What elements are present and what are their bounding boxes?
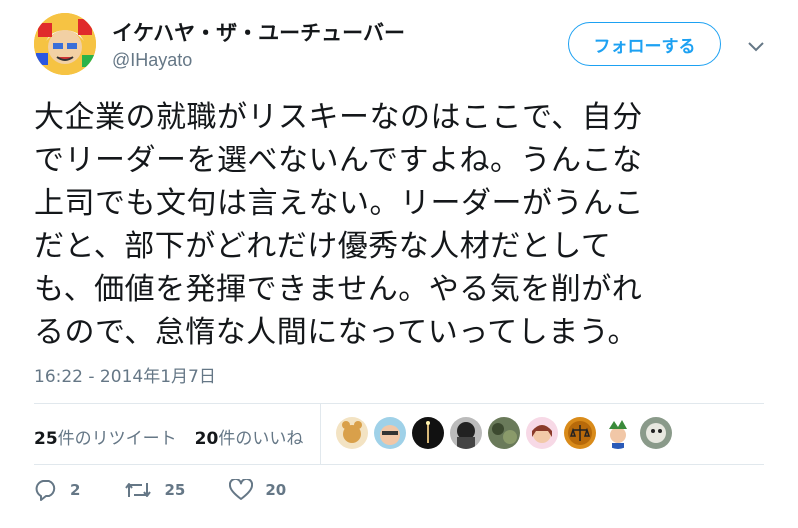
liker-avatar[interactable] — [412, 417, 444, 449]
liker-avatar[interactable] — [450, 417, 482, 449]
author-display-name[interactable]: イケハヤ・ザ・ユーチューバー — [112, 17, 405, 47]
liker-avatars — [336, 417, 672, 449]
liker-avatar[interactable] — [336, 417, 368, 449]
retweets-stat[interactable]: 25件のリツイート — [34, 424, 177, 449]
reply-icon — [35, 480, 56, 501]
engagement-stats: 25件のリツイート 20件のいいね — [34, 424, 303, 449]
follow-button[interactable]: フォローする — [568, 22, 721, 66]
retweet-button[interactable]: 25 — [124, 479, 185, 501]
divider-bottom — [34, 464, 764, 465]
likes-stat-label: 件のいいね — [218, 429, 304, 449]
stats-separator — [320, 404, 321, 464]
retweet-count: 25 — [164, 481, 186, 499]
retweets-stat-count: 25 — [34, 429, 58, 449]
like-button[interactable]: 20 — [229, 479, 286, 501]
tweet-actions: 2 25 20 — [34, 479, 330, 501]
liker-avatar[interactable] — [564, 417, 596, 449]
likes-stat[interactable]: 20件のいいね — [195, 424, 304, 449]
liker-avatar[interactable] — [602, 417, 634, 449]
liker-avatar[interactable] — [488, 417, 520, 449]
liker-avatar[interactable] — [526, 417, 558, 449]
author-avatar[interactable] — [34, 13, 96, 75]
retweet-icon — [125, 483, 152, 497]
divider-top — [34, 403, 764, 404]
like-count: 20 — [265, 481, 287, 499]
retweets-stat-label: 件のリツイート — [57, 429, 177, 449]
chevron-down-icon[interactable] — [748, 38, 764, 52]
author-handle[interactable]: @IHayato — [112, 50, 192, 71]
liker-avatar[interactable] — [640, 417, 672, 449]
tweet-text: 大企業の就職がリスキーなのはここで、自分 でリーダーを選べないんですよね。うんこ… — [34, 100, 644, 350]
heart-icon — [229, 479, 254, 500]
liker-avatar[interactable] — [374, 417, 406, 449]
likes-stat-count: 20 — [194, 429, 219, 449]
reply-count: 2 — [70, 481, 81, 499]
tweet-timestamp[interactable]: 16:22 - 2014年1月7日 — [34, 362, 216, 387]
reply-button[interactable]: 2 — [34, 479, 80, 501]
